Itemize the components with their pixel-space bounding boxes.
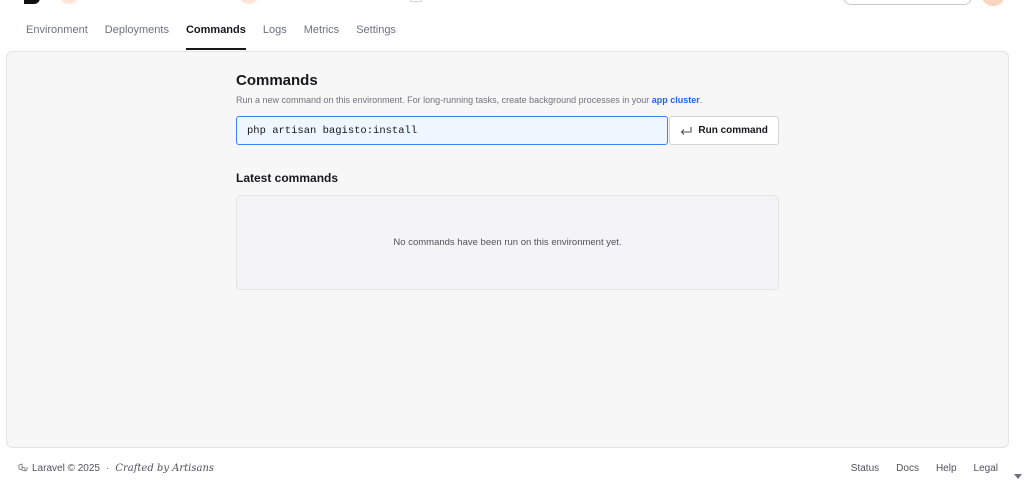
footer-links: Status Docs Help Legal [851,463,998,474]
scroll-down-icon[interactable] [1014,474,1022,479]
app-cluster-link[interactable]: app cluster [652,95,700,105]
project-avatar-icon[interactable] [240,0,258,4]
user-avatar[interactable] [982,0,1004,6]
search-input[interactable] [843,0,972,5]
page-title: Commands [236,72,318,89]
description-text: Run a new command on this environment. F… [236,95,650,105]
footer-link-status[interactable]: Status [851,463,879,474]
environment-icon[interactable] [410,0,422,2]
footer: Laravel © 2025 · Crafted by Artisans Sta… [18,460,998,476]
enter-icon [681,126,692,135]
empty-state-text: No commands have been run on this enviro… [393,237,622,248]
tab-deployments[interactable]: Deployments [105,18,169,50]
top-navbar [0,0,1024,8]
footer-separator: · [105,462,110,474]
footer-link-help[interactable]: Help [936,463,957,474]
empty-state: No commands have been run on this enviro… [236,195,779,290]
command-input[interactable]: php artisan bagisto:install [236,116,669,145]
tab-environment[interactable]: Environment [26,18,88,50]
run-command-label: Run command [698,125,768,136]
footer-brand: Laravel © 2025 · Crafted by Artisans [18,463,214,474]
footer-link-legal[interactable]: Legal [974,463,998,474]
team-avatar-icon[interactable] [60,0,78,4]
tab-metrics[interactable]: Metrics [304,18,339,50]
run-command-button[interactable]: Run command [669,116,779,145]
command-form: php artisan bagisto:install Run command [236,116,779,145]
crafted-by-text: Crafted by Artisans [115,462,215,474]
copyright-text: Laravel © 2025 [32,462,100,474]
latest-commands-heading: Latest commands [236,171,339,185]
footer-link-docs[interactable]: Docs [896,463,919,474]
tab-settings[interactable]: Settings [356,18,396,50]
app-logo-icon[interactable] [24,0,40,4]
tab-logs[interactable]: Logs [263,18,287,50]
laravel-logo-icon [18,463,28,472]
environment-tabs: Environment Deployments Commands Logs Me… [26,18,413,50]
tab-commands[interactable]: Commands [185,18,246,50]
commands-description: Run a new command on this environment. F… [236,95,703,105]
commands-section: Commands Run a new command on this envir… [236,72,779,290]
